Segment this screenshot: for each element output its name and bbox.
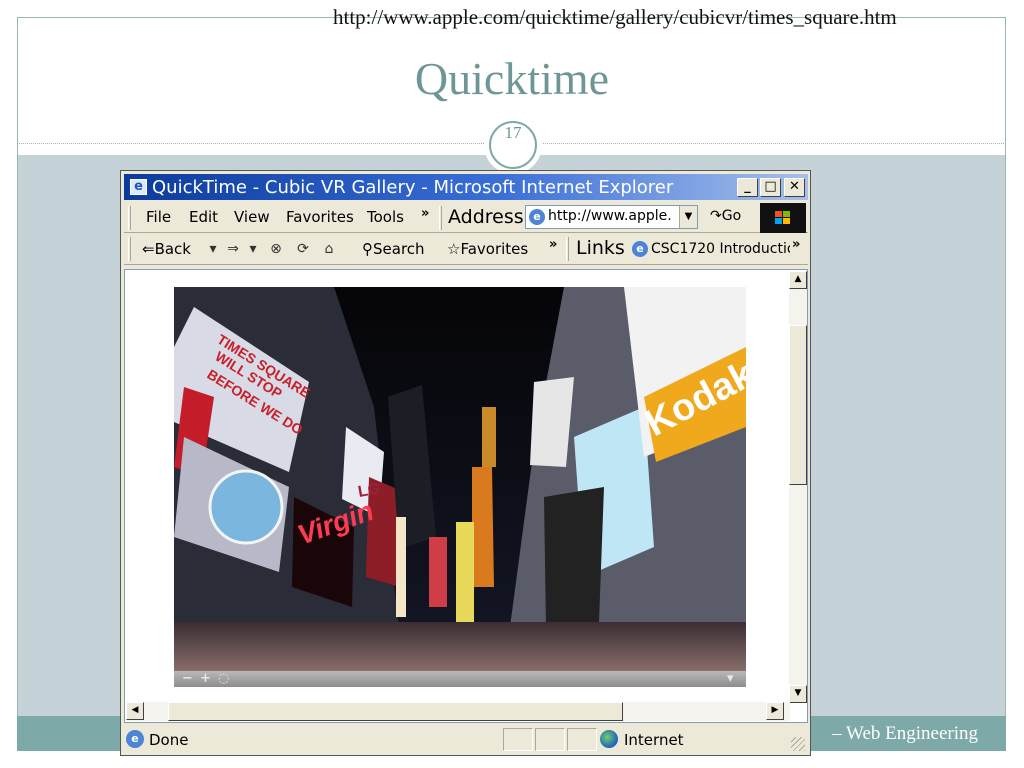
windows-logo-icon xyxy=(760,203,806,233)
toolbar-grip[interactable] xyxy=(128,206,131,230)
menu-file[interactable]: File xyxy=(146,208,171,226)
ie-logo-icon: e xyxy=(130,179,147,195)
times-square-panorama[interactable]: TIMES SQUARE WILL STOP BEFORE WE DO Koda… xyxy=(174,287,746,672)
menu-edit[interactable]: Edit xyxy=(189,208,218,226)
refresh-icon[interactable]: ⟳ xyxy=(294,240,312,258)
go-label: Go xyxy=(721,208,742,224)
horizontal-scroll-thumb[interactable] xyxy=(168,702,623,721)
toolbar-overflow-chevron[interactable]: » xyxy=(549,237,557,252)
minimize-button[interactable]: _ xyxy=(737,178,758,197)
scroll-right-icon[interactable]: ▶ xyxy=(766,702,784,720)
search-label: Search xyxy=(373,240,425,258)
menu-overflow-chevron[interactable]: » xyxy=(421,206,429,221)
page-ie-icon: e xyxy=(529,209,545,225)
maximize-button[interactable]: □ xyxy=(760,178,781,197)
forward-dropdown-icon[interactable]: ▾ xyxy=(244,240,262,258)
vertical-scroll-thumb[interactable] xyxy=(789,325,807,485)
quicktime-controller[interactable]: − + ◌ ▾ xyxy=(174,671,746,687)
favorites-label: Favorites xyxy=(460,240,529,258)
panorama-image: TIMES SQUARE WILL STOP BEFORE WE DO Koda… xyxy=(174,287,746,672)
controller-menu-icon[interactable]: ▾ xyxy=(727,671,734,687)
resize-grip[interactable] xyxy=(791,737,805,751)
scroll-left-icon[interactable]: ◀ xyxy=(126,702,144,720)
address-dropdown-arrow-icon[interactable]: ▼ xyxy=(679,206,697,228)
vertical-scrollbar[interactable]: ▲ ▼ xyxy=(789,271,807,703)
back-label: Back xyxy=(154,240,191,258)
favorites-icon: ☆ xyxy=(447,240,461,258)
browser-window-title: QuickTime - Cubic VR Gallery - Microsoft… xyxy=(152,177,674,198)
close-button[interactable]: ✕ xyxy=(784,178,805,197)
zone-text: Internet xyxy=(624,731,684,749)
address-value[interactable]: http://www.apple. xyxy=(548,208,678,224)
back-button[interactable]: ⇐Back xyxy=(142,240,191,258)
horizontal-scrollbar[interactable]: ◀ ▶ xyxy=(126,702,790,721)
links-overflow-chevron[interactable]: » xyxy=(792,237,800,252)
status-text: Done xyxy=(149,731,189,749)
slide-title: Quicktime xyxy=(414,53,610,104)
slide-url: http://www.apple.com/quicktime/gallery/c… xyxy=(333,5,897,29)
hotspot-icon[interactable]: ◌ xyxy=(218,671,229,687)
link-ie-icon: e xyxy=(632,241,648,257)
search-button[interactable]: ⚲Search xyxy=(362,240,425,258)
status-pane xyxy=(535,728,565,751)
address-grip[interactable] xyxy=(439,206,442,230)
back-dropdown-icon[interactable]: ▾ xyxy=(204,240,222,258)
scroll-up-icon[interactable]: ▲ xyxy=(789,271,807,289)
go-button[interactable]: ↷Go xyxy=(710,208,741,224)
search-icon: ⚲ xyxy=(362,240,373,258)
page-done-icon: e xyxy=(126,730,144,748)
status-bar: e Done Internet xyxy=(124,727,808,753)
menu-view[interactable]: View xyxy=(234,208,270,226)
status-pane xyxy=(567,728,597,751)
links-grip[interactable] xyxy=(566,237,569,261)
home-icon[interactable]: ⌂ xyxy=(320,240,338,258)
standard-toolbar: ⇐Back ▾ ⇒ ▾ ⊗ ⟳ ⌂ ⚲Search ☆Favorites » L… xyxy=(124,234,808,265)
stop-icon[interactable]: ⊗ xyxy=(267,240,285,258)
zoom-in-icon[interactable]: + xyxy=(200,671,211,687)
address-field[interactable]: e http://www.apple. ▼ xyxy=(525,205,698,229)
browser-content-area: TIMES SQUARE WILL STOP BEFORE WE DO Koda… xyxy=(124,269,808,723)
browser-window: e QuickTime - Cubic VR Gallery - Microso… xyxy=(120,170,811,756)
browser-titlebar[interactable]: e QuickTime - Cubic VR Gallery - Microso… xyxy=(124,174,808,200)
menu-bar: File Edit View Favorites Tools » Address… xyxy=(124,203,808,233)
menu-favorites[interactable]: Favorites xyxy=(286,208,354,226)
toolbar-grip[interactable] xyxy=(128,237,131,261)
menu-tools[interactable]: Tools xyxy=(367,208,404,226)
links-label: Links xyxy=(576,237,625,259)
forward-arrow-icon[interactable]: ⇒ xyxy=(224,240,242,258)
status-pane xyxy=(503,728,533,751)
address-label: Address xyxy=(448,206,524,228)
links-item[interactable]: CSC1720 Introductio xyxy=(651,241,790,257)
zoom-out-icon[interactable]: − xyxy=(182,671,193,687)
slide-footer-text: – Web Engineering xyxy=(832,723,978,744)
back-arrow-icon: ⇐ xyxy=(142,240,155,258)
go-arrow-icon: ↷ xyxy=(710,208,722,224)
scroll-down-icon[interactable]: ▼ xyxy=(789,685,807,703)
internet-zone-icon xyxy=(600,730,618,748)
page-number: 17 xyxy=(489,121,537,169)
favorites-button[interactable]: ☆Favorites xyxy=(447,240,528,258)
